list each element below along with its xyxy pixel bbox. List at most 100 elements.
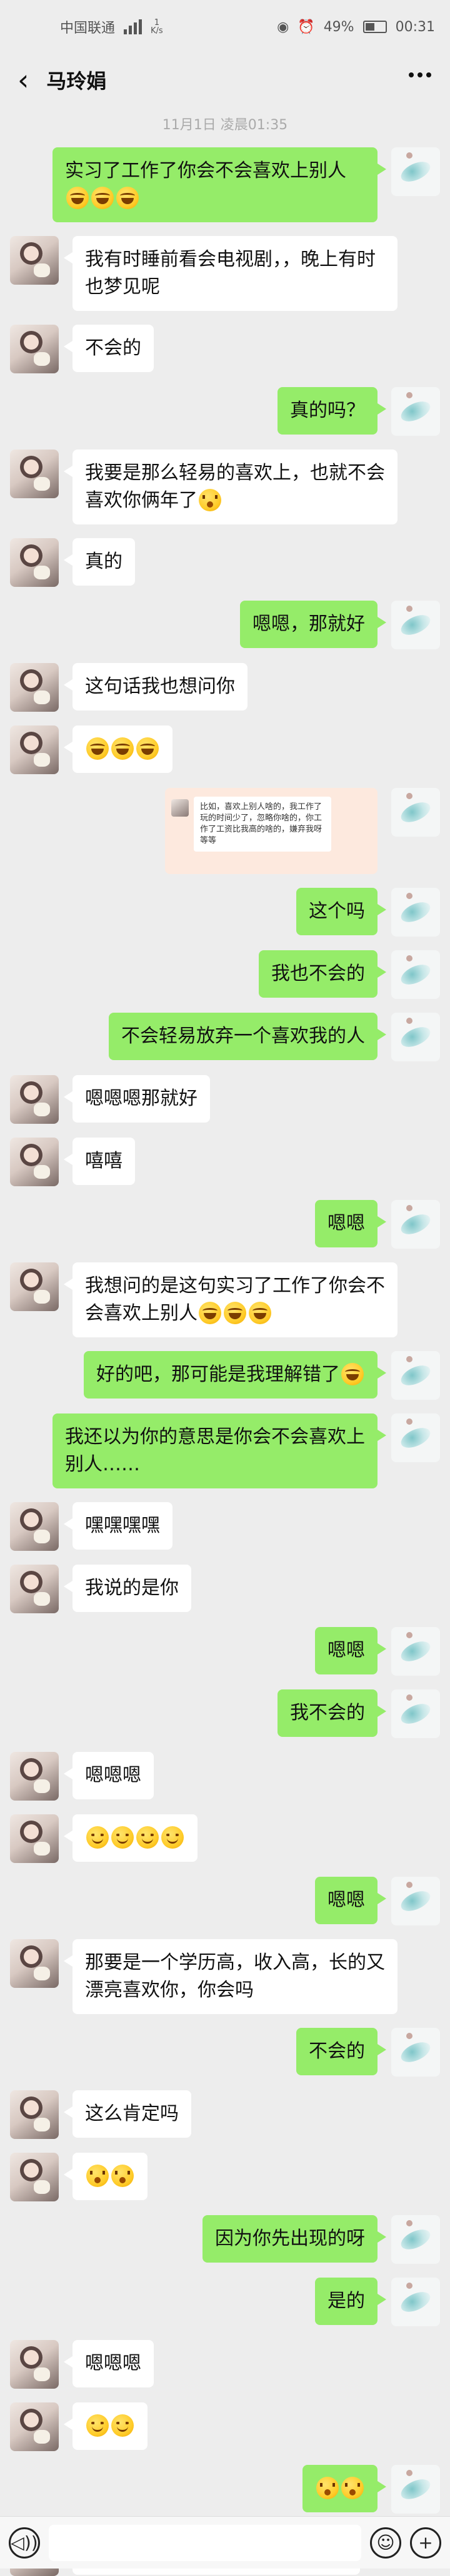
- back-arrow-icon[interactable]: ‹: [18, 66, 29, 94]
- contact-avatar[interactable]: [10, 1502, 59, 1551]
- contact-avatar[interactable]: [10, 2340, 59, 2389]
- battery-icon: [362, 21, 387, 33]
- message-bubble[interactable]: 嗯嗯: [315, 1877, 386, 1924]
- add-icon[interactable]: +: [410, 2527, 441, 2559]
- message-bubble[interactable]: 我也不会的: [259, 950, 386, 998]
- message-bubble[interactable]: 真的吗？: [278, 387, 386, 435]
- my-avatar[interactable]: [391, 1689, 440, 1738]
- voice-icon[interactable]: ◁)): [9, 2527, 40, 2559]
- contact-avatar[interactable]: [10, 1138, 59, 1186]
- contact-avatar[interactable]: [10, 450, 59, 498]
- message-bubble[interactable]: [302, 2465, 386, 2512]
- message-bubble[interactable]: 好的吧，那可能是我理解错了: [84, 1351, 386, 1399]
- message-text: 这么肯定吗: [85, 2103, 179, 2125]
- message-bubble[interactable]: 那要是一个学历高，收入高，长的又漂亮喜欢你，你会吗: [64, 1939, 398, 2014]
- laugh-emoji-icon: [86, 737, 109, 760]
- my-avatar[interactable]: [391, 147, 440, 196]
- contact-avatar[interactable]: [10, 1262, 59, 1311]
- my-avatar[interactable]: [391, 1013, 440, 1061]
- message-row: 我不会的: [10, 1689, 440, 1738]
- message-text: 不会的: [309, 2040, 365, 2062]
- laugh-emoji-icon: [116, 186, 139, 209]
- my-avatar[interactable]: [391, 1351, 440, 1400]
- message-bubble[interactable]: 我说的是你: [64, 1565, 191, 1612]
- my-avatar[interactable]: [391, 2465, 440, 2514]
- message-bubble[interactable]: 不会轻易放弃一个喜欢我的人: [109, 1013, 386, 1060]
- contact-avatar[interactable]: [10, 1075, 59, 1124]
- message-bubble[interactable]: 嗯嗯嗯: [64, 1752, 154, 1799]
- message-row: 这句话我也想问你: [10, 663, 440, 712]
- message-row: [10, 2153, 440, 2201]
- message-bubble[interactable]: 嘻嘻: [64, 1138, 135, 1185]
- my-avatar[interactable]: [391, 788, 440, 837]
- message-bubble[interactable]: 嗯嗯: [315, 1627, 386, 1674]
- message-bubble[interactable]: 是的: [315, 2278, 386, 2325]
- my-avatar[interactable]: [391, 2278, 440, 2326]
- message-bubble[interactable]: 不会的: [64, 325, 154, 372]
- status-left: 中国联通 1 K/s: [60, 17, 163, 37]
- laugh-emoji-icon: [136, 737, 159, 760]
- contact-avatar[interactable]: [10, 1939, 59, 1988]
- message-row: 我也不会的: [10, 950, 440, 999]
- carrier-label: 中国联通: [60, 21, 116, 36]
- message-bubble[interactable]: 嗯嗯嗯: [64, 2340, 154, 2387]
- message-bubble[interactable]: 这个吗: [296, 888, 386, 935]
- my-avatar[interactable]: [391, 387, 440, 436]
- message-bubble[interactable]: 嗯嗯嗯那就好: [64, 1075, 210, 1123]
- message-bubble[interactable]: 真的: [64, 538, 135, 586]
- contact-avatar[interactable]: [10, 236, 59, 285]
- my-avatar[interactable]: [391, 1627, 440, 1676]
- image-message[interactable]: 比如，喜欢上别人啥的，我工作了玩的时间少了，忽略你啥的，你工作了工资比我高的啥的…: [165, 788, 378, 874]
- my-avatar[interactable]: [391, 2028, 440, 2077]
- message-bubble[interactable]: 这句话我也想问你: [64, 663, 248, 710]
- message-text: 我有时睡前看会电视剧，，晚上有时也梦见呢: [85, 248, 376, 298]
- message-bubble[interactable]: 我想问的是这句实习了工作了你会不会喜欢上别人: [64, 1262, 398, 1337]
- emoji-icon[interactable]: ☺: [370, 2527, 401, 2559]
- my-avatar[interactable]: [391, 2215, 440, 2264]
- contact-avatar[interactable]: [10, 325, 59, 373]
- message-text: 嗯嗯，那就好: [252, 613, 365, 635]
- my-avatar[interactable]: [391, 1200, 440, 1249]
- my-avatar[interactable]: [391, 950, 440, 999]
- message-row: 这么肯定吗: [10, 2090, 440, 2139]
- message-bubble[interactable]: 我有时睡前看会电视剧，，晚上有时也梦见呢: [64, 236, 398, 311]
- message-row: 真的: [10, 538, 440, 587]
- message-bubble[interactable]: 我不会的: [278, 1689, 386, 1737]
- contact-avatar[interactable]: [10, 2090, 59, 2139]
- message-bubble[interactable]: [64, 725, 172, 773]
- message-bubble[interactable]: 嘿嘿嘿嘿: [64, 1502, 172, 1550]
- message-bubble[interactable]: 嗯嗯: [315, 1200, 386, 1247]
- message-bubble[interactable]: [64, 1814, 198, 1862]
- message-row: 因为你先出现的呀: [10, 2215, 440, 2264]
- message-bubble[interactable]: 我还以为你的意思是你会不会喜欢上别人……: [52, 1413, 386, 1488]
- contact-avatar[interactable]: [10, 538, 59, 587]
- message-bubble[interactable]: [64, 2402, 148, 2450]
- message-bubble[interactable]: 不会的: [296, 2028, 386, 2075]
- message-text: 嘿嘿嘿嘿: [85, 1515, 160, 1536]
- message-bubble[interactable]: 我要是那么轻易的喜欢上，也就不会喜欢你俩年了: [64, 450, 398, 524]
- my-avatar[interactable]: [391, 1877, 440, 1925]
- my-avatar[interactable]: [391, 601, 440, 649]
- message-bubble[interactable]: 嗯嗯，那就好: [240, 601, 386, 648]
- message-row: 我想问的是这句实习了工作了你会不会喜欢上别人: [10, 1262, 440, 1337]
- contact-avatar[interactable]: [10, 1565, 59, 1613]
- contact-avatar[interactable]: [10, 1752, 59, 1801]
- my-avatar[interactable]: [391, 1413, 440, 1462]
- contact-avatar[interactable]: [10, 1814, 59, 1863]
- contact-avatar[interactable]: [10, 663, 59, 712]
- contact-avatar[interactable]: [10, 2153, 59, 2201]
- message-bubble[interactable]: 这么肯定吗: [64, 2090, 191, 2138]
- contact-avatar[interactable]: [10, 2402, 59, 2451]
- contact-avatar[interactable]: [10, 725, 59, 774]
- more-dots-icon[interactable]: [409, 72, 431, 77]
- message-input[interactable]: [49, 2524, 361, 2561]
- my-avatar[interactable]: [391, 888, 440, 937]
- message-bubble[interactable]: 实习了工作了你会不会喜欢上别人: [52, 147, 386, 222]
- message-row: [10, 2465, 440, 2514]
- message-bubble[interactable]: [64, 2153, 148, 2200]
- message-bubble[interactable]: 因为你先出现的呀: [202, 2215, 386, 2263]
- message-row: 不会的: [10, 2028, 440, 2077]
- message-list[interactable]: 实习了工作了你会不会喜欢上别人 我有时睡前看会电视剧，，晚上有时也梦见呢 不会的 真的…: [0, 147, 450, 2576]
- message-row: 我要是那么轻易的喜欢上，也就不会喜欢你俩年了: [10, 450, 440, 524]
- message-row: 我说的是你: [10, 1565, 440, 1613]
